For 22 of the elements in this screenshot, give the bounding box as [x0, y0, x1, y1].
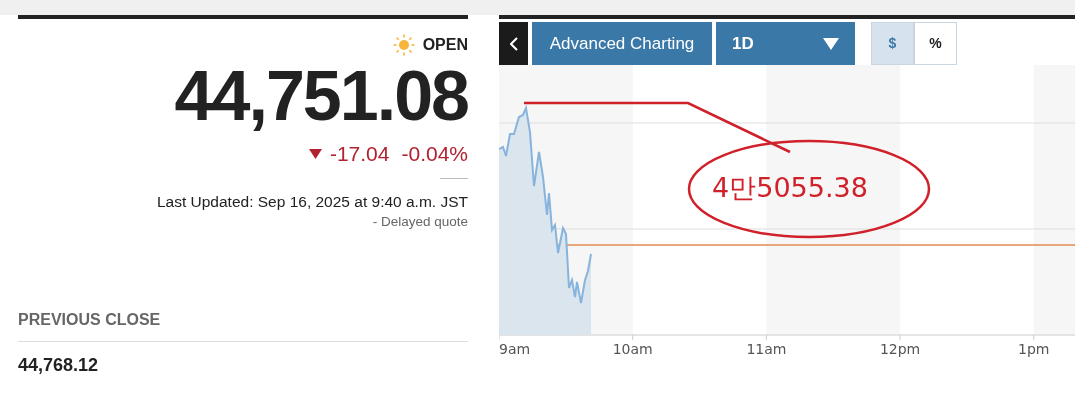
time-axis-label: 1pm — [1018, 341, 1050, 357]
annotation-text: 4만5055.38 — [712, 172, 868, 203]
time-axis-label: 10am — [612, 341, 653, 357]
previous-close-label: PREVIOUS CLOSE — [18, 307, 468, 342]
time-axis-label: 12pm — [879, 341, 921, 357]
price-value: 44,751.08 — [173, 61, 468, 131]
previous-close-value: 44,768.12 — [18, 353, 100, 377]
chevron-left-icon — [509, 36, 518, 51]
market-status: OPEN — [422, 35, 468, 55]
price-change: -17.04 — [329, 143, 390, 164]
back-button[interactable] — [499, 22, 528, 65]
unit-toggle[interactable]: % — [914, 22, 957, 65]
caret-icon — [823, 37, 839, 50]
delayed-quote-note: - Delayed quote — [371, 212, 468, 231]
sun-icon — [392, 34, 415, 56]
time-axis-label: 11am — [746, 341, 787, 357]
unit-toggle[interactable]: $ — [871, 22, 914, 65]
time-axis-label: 9am — [499, 341, 531, 357]
percent-change: -0.04% — [401, 143, 468, 164]
range-dropdown[interactable]: 1D — [716, 22, 855, 65]
advanced-charting-button[interactable]: Advanced Charting — [532, 22, 712, 65]
last-updated-text: Last Updated: Sep 16, 2025 at 9:40 a.m. JST — [155, 193, 468, 212]
